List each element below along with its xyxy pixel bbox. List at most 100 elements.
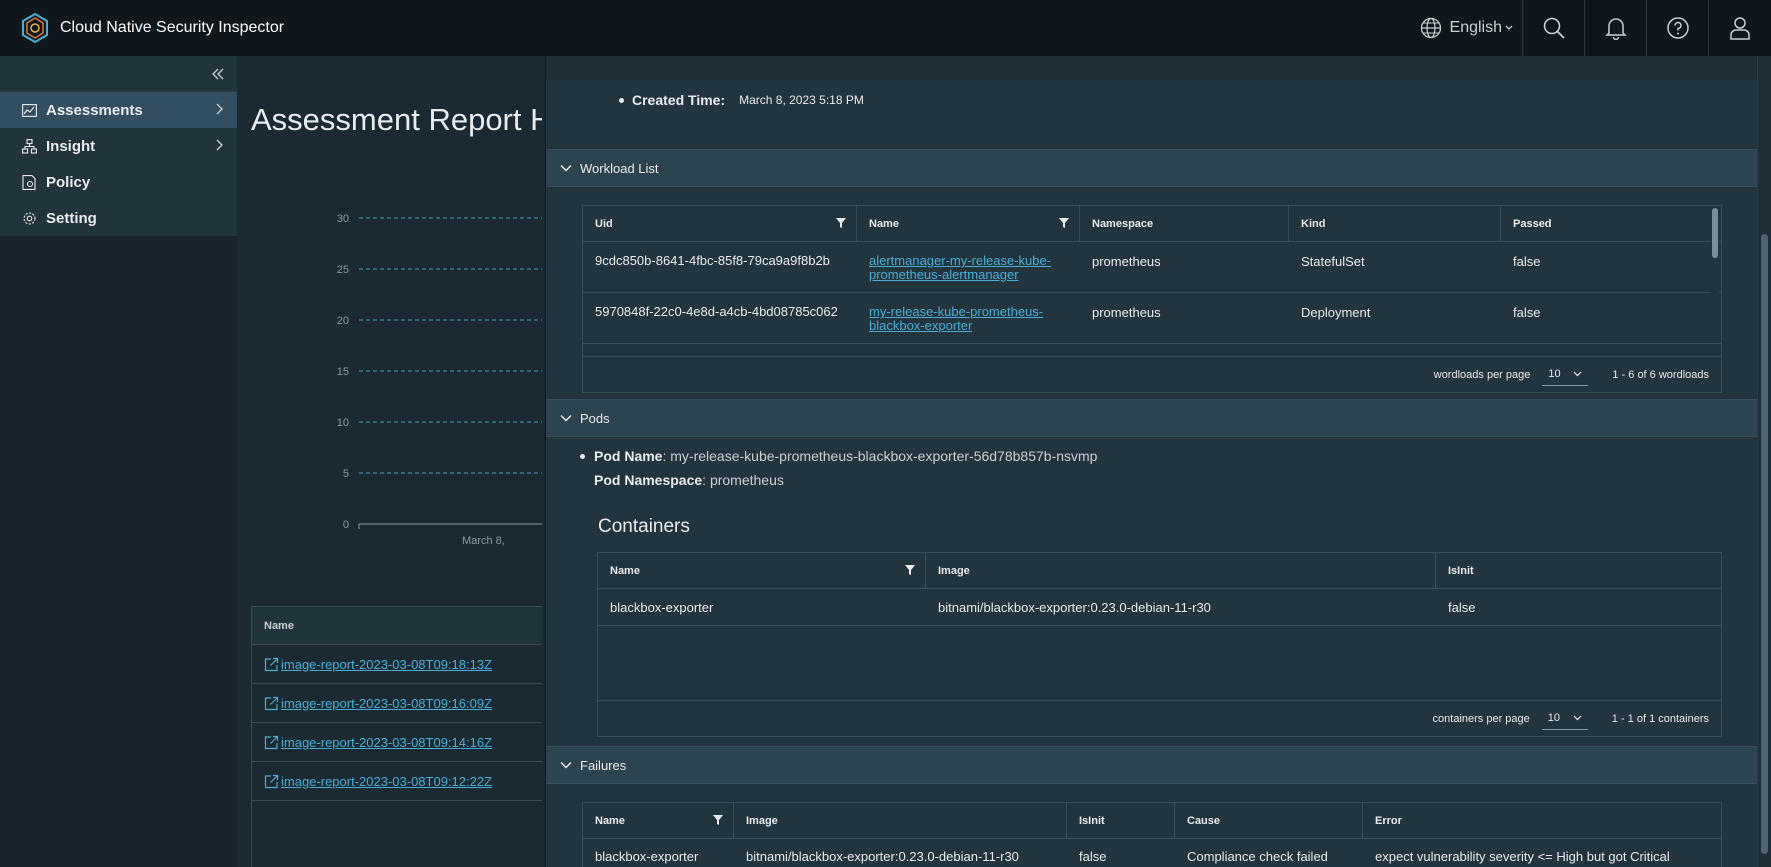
workload-table: Uid Name Namespace Kind Passed 9cdc850b-… — [582, 205, 1722, 393]
chevron-right-icon — [216, 103, 223, 115]
table-row: image-report-2023-03-08T09:16:09Z — [252, 684, 542, 723]
y-tick-label: 5 — [343, 468, 349, 480]
external-link-icon — [264, 774, 279, 788]
report-link[interactable]: image-report-2023-03-08T09:12:22Z — [281, 774, 492, 789]
section-title: Pods — [580, 410, 610, 426]
app-logo-icon — [22, 13, 48, 43]
column-header-cause[interactable]: Cause — [1175, 803, 1363, 838]
page-size-select[interactable]: 10 — [1541, 708, 1588, 730]
sidebar-item-policy[interactable]: Policy — [0, 164, 237, 200]
workload-link[interactable]: alertmanager-my-release-kube-prometheus-… — [869, 254, 1068, 282]
report-link[interactable]: image-report-2023-03-08T09:14:16Z — [281, 735, 492, 750]
column-label: Passed — [1513, 217, 1552, 230]
y-tick-label: 25 — [337, 264, 349, 276]
failures-table: Name Image IsInit Cause Error blackbox-e… — [582, 802, 1722, 867]
page-size-label: containers per page — [1432, 712, 1530, 725]
filter-icon[interactable] — [713, 815, 723, 825]
chevron-down-icon — [1573, 371, 1582, 377]
namespace-cell: prometheus — [1092, 254, 1161, 269]
external-link-icon — [264, 735, 279, 749]
column-header-isinit[interactable]: IsInit — [1436, 553, 1721, 588]
column-label: Name — [595, 814, 625, 827]
help-icon — [1666, 17, 1689, 39]
failures-section-header[interactable]: Failures — [546, 746, 1757, 784]
search-button[interactable] — [1523, 0, 1585, 56]
table-row: image-report-2023-03-08T09:18:13Z — [252, 645, 542, 684]
chevron-down-icon — [560, 761, 572, 769]
sidebar-item-label: Setting — [46, 209, 97, 227]
search-icon — [1543, 17, 1565, 39]
sidebar-item-assessments[interactable]: Assessments — [0, 92, 237, 128]
y-tick-label: 15 — [337, 366, 349, 378]
bullet — [619, 97, 624, 103]
page-size-value: 10 — [1547, 712, 1561, 724]
chevron-right-icon — [216, 139, 223, 151]
sidebar-item-insight[interactable]: Insight — [0, 128, 237, 164]
report-link[interactable]: image-report-2023-03-08T09:16:09Z — [281, 696, 492, 711]
workload-link[interactable]: my-release-kube-prometheus-blackbox-expo… — [869, 305, 1068, 333]
section-title: Workload List — [580, 160, 659, 176]
section-title: Failures — [580, 757, 627, 773]
table-row: 9cdc850b-8641-4fbc-85f8-79ca9a9f8b2b ale… — [583, 242, 1721, 293]
column-header-image[interactable]: Image — [734, 803, 1067, 838]
failure-image-cell: bitnami/blackbox-exporter:0.23.0-debian-… — [746, 849, 1019, 864]
column-header-name[interactable]: Name — [598, 553, 926, 588]
created-time: Created Time: March 8, 2023 5:18 PM — [619, 92, 864, 108]
column-header-kind[interactable]: Kind — [1289, 206, 1501, 241]
column-label: Cause — [1187, 814, 1221, 827]
containers-table: Name Image IsInit blackbox-exporter bitn… — [597, 552, 1722, 737]
report-detail-panel: Created Time: March 8, 2023 5:18 PM Work… — [545, 56, 1757, 867]
page-title: Assessment Report H — [251, 102, 542, 137]
bell-icon — [1604, 18, 1627, 40]
sidebar-item-label: Policy — [46, 173, 91, 191]
sidebar-collapse-button[interactable] — [0, 56, 237, 92]
user-menu-button[interactable] — [1709, 0, 1771, 56]
column-label: Image — [938, 564, 970, 577]
help-button[interactable] — [1647, 0, 1709, 56]
failure-error-cell: expect vulnerability severity <= High bu… — [1375, 849, 1670, 864]
column-header-namespace[interactable]: Namespace — [1080, 206, 1289, 241]
page-size-value: 10 — [1548, 368, 1561, 380]
sidebar-item-setting[interactable]: Setting — [0, 200, 237, 236]
notifications-button[interactable] — [1585, 0, 1647, 56]
filter-icon[interactable] — [1059, 218, 1069, 228]
table-row: image-report-2023-03-08T09:14:16Z — [252, 723, 542, 762]
column-label: Uid — [595, 217, 613, 230]
passed-cell: false — [1513, 254, 1541, 269]
created-time-label: Created Time: — [632, 92, 726, 108]
brand[interactable]: Cloud Native Security Inspector — [20, 13, 284, 43]
container-name-cell: blackbox-exporter — [610, 599, 714, 615]
assessment-report-page: Assessment Report H 30 25 20 15 10 5 0 March 8,… — [237, 56, 542, 867]
pods-section-header[interactable]: Pods — [546, 399, 1757, 437]
report-link[interactable]: image-report-2023-03-08T09:18:13Z — [281, 657, 492, 672]
column-header-error[interactable]: Error — [1363, 803, 1721, 838]
created-time-value: March 8, 2023 5:18 PM — [739, 93, 864, 107]
y-tick-label: 10 — [337, 417, 349, 429]
column-label: Image — [746, 814, 778, 827]
failure-isinit-cell: false — [1079, 849, 1107, 864]
table-row: image-report-2023-03-08T09:12:22Z — [252, 762, 542, 801]
language-selector[interactable]: English — [1408, 0, 1523, 56]
table-scrollbar[interactable] — [1711, 208, 1719, 338]
column-label: IsInit — [1079, 814, 1105, 827]
filter-icon[interactable] — [905, 565, 915, 575]
scrollbar-thumb[interactable] — [1761, 234, 1768, 854]
pod-name-label: Pod Name — [594, 448, 663, 464]
column-header-isinit[interactable]: IsInit — [1067, 803, 1175, 838]
network-icon — [22, 138, 38, 154]
chevron-down-icon — [1573, 715, 1582, 721]
column-header-name[interactable]: Name — [857, 206, 1080, 241]
user-icon — [1730, 17, 1750, 40]
filter-icon[interactable] — [836, 218, 846, 228]
pod-name-value: : my-release-kube-prometheus-blackbox-ex… — [662, 448, 1098, 464]
panel-scrollbar[interactable] — [1757, 56, 1771, 867]
page-size-select[interactable]: 10 — [1542, 364, 1589, 386]
sidebar: Assessments Insight Policy Setting — [0, 56, 237, 867]
column-header-image[interactable]: Image — [926, 553, 1436, 588]
workload-list-section-header[interactable]: Workload List — [546, 149, 1757, 187]
column-header-passed[interactable]: Passed — [1501, 206, 1711, 241]
column-header-uid[interactable]: Uid — [583, 206, 857, 241]
y-tick-label: 30 — [337, 213, 349, 225]
column-header-name[interactable]: Name — [583, 803, 734, 838]
caret-down-icon — [1505, 25, 1513, 30]
